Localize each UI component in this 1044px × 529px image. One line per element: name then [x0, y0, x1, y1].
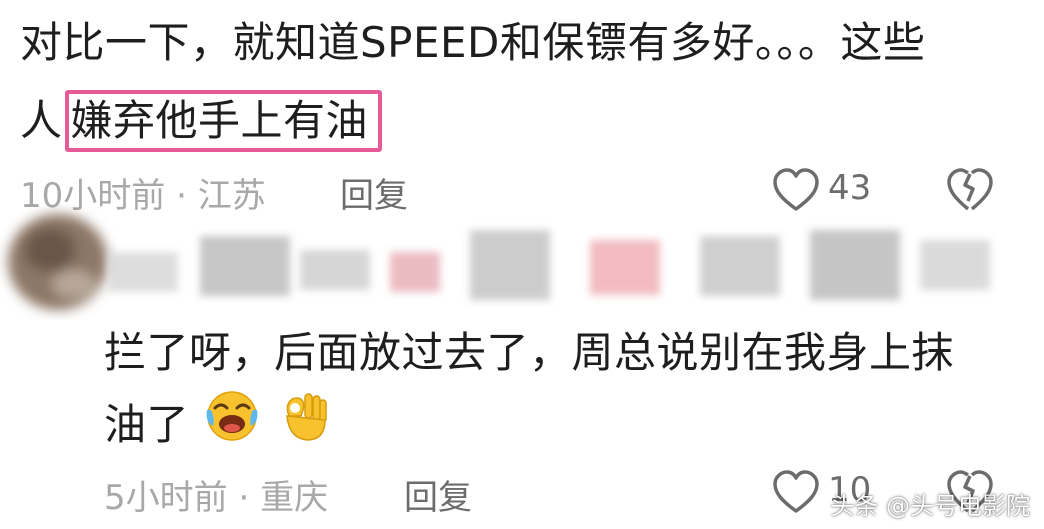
- blurred-user-info: [0, 200, 1044, 330]
- heart-outline-icon[interactable]: [772, 469, 820, 519]
- comment-2-text-line-1: 拦了呀，后面放过去了，周总说别在我身上抹: [104, 328, 955, 377]
- highlighted-phrase: 嫌弃他手上有油: [64, 90, 383, 152]
- comment-1-text-line-2: 人嫌弃他手上有油: [20, 90, 383, 152]
- comment-2-time: 5小时前: [104, 478, 228, 518]
- comment-2-reply-button[interactable]: 回复: [404, 470, 472, 519]
- meta-separator: ·: [238, 478, 250, 518]
- watermark: 头条 @头号电影院: [830, 492, 1030, 520]
- ok-hand-emoji-icon: [275, 386, 333, 461]
- comment-2-meta: 5小时前 · 重庆: [104, 470, 328, 519]
- laughing-crying-emoji-icon: [203, 386, 261, 461]
- comment-1-text-prefix: 人: [20, 96, 63, 145]
- comment-2-text-line-2: 油了: [104, 391, 333, 461]
- comment-1-text-line-1: 对比一下，就知道SPEED和保镖有多好。。。这些: [20, 18, 926, 67]
- comment-2-location: 重庆: [260, 478, 329, 518]
- comment-2-text-end: 油了: [104, 400, 190, 449]
